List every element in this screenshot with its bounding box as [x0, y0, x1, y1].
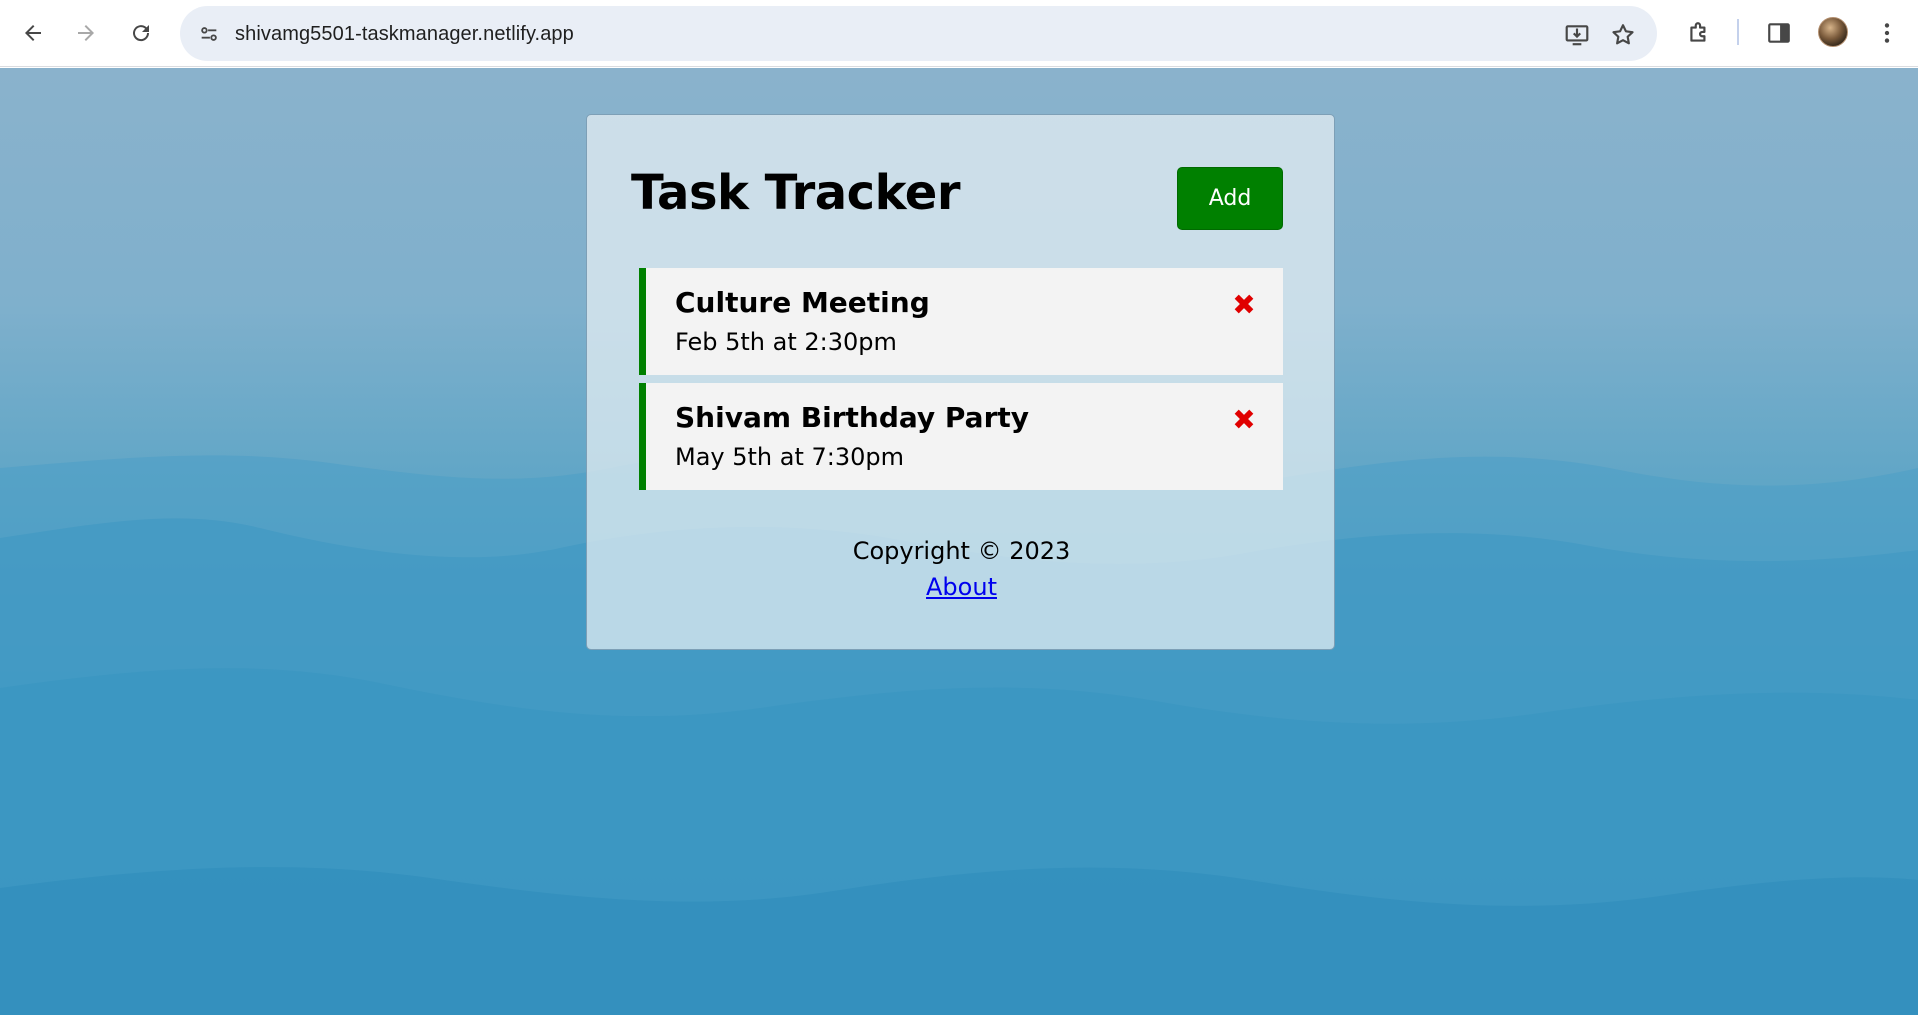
side-panel-button[interactable] — [1760, 14, 1798, 52]
task-item[interactable]: Shivam Birthday Party May 5th at 7:30pm — [639, 383, 1283, 490]
reload-button[interactable] — [120, 12, 162, 54]
bookmark-star-icon — [1612, 24, 1634, 45]
add-task-button[interactable]: Add — [1177, 167, 1283, 230]
delete-x-icon[interactable] — [1230, 290, 1258, 318]
side-panel-icon — [1768, 23, 1790, 43]
install-app-button[interactable] — [1560, 18, 1594, 52]
address-bar[interactable]: shivamg5501-taskmanager.netlify.app — [180, 6, 1657, 61]
delete-x-icon[interactable] — [1230, 405, 1258, 433]
back-arrow-icon — [25, 25, 41, 41]
bookmark-button[interactable] — [1606, 18, 1640, 52]
task-title: Shivam Birthday Party — [675, 401, 1030, 434]
task-datetime: May 5th at 7:30pm — [675, 443, 905, 471]
page-title: Task Tracker — [631, 165, 961, 221]
copyright-text: Copyright © 2023 — [852, 537, 1071, 565]
extensions-button[interactable] — [1680, 14, 1718, 52]
browser-toolbar: shivamg5501-taskmanager.netlify.app — [0, 0, 1918, 67]
more-menu-icon — [1884, 23, 1890, 43]
install-app-icon — [1565, 25, 1589, 46]
page-viewport: Task Tracker Add Culture Meeting Feb 5th… — [0, 68, 1918, 1015]
forward-arrow-icon — [78, 25, 94, 41]
card-footer: Copyright © 2023 About — [587, 537, 1336, 601]
profile-avatar[interactable] — [1818, 17, 1848, 47]
task-datetime: Feb 5th at 2:30pm — [675, 328, 897, 356]
about-link[interactable]: About — [926, 573, 997, 601]
task-item[interactable]: Culture Meeting Feb 5th at 2:30pm — [639, 268, 1283, 375]
url-text[interactable]: shivamg5501-taskmanager.netlify.app — [235, 23, 574, 46]
reload-icon — [133, 25, 150, 42]
site-info-button[interactable] — [192, 17, 226, 51]
toolbar-divider — [1737, 19, 1739, 45]
more-menu-button[interactable] — [1868, 14, 1906, 52]
back-button[interactable] — [12, 12, 54, 54]
forward-button[interactable] — [65, 12, 107, 54]
task-tracker-card: Task Tracker Add Culture Meeting Feb 5th… — [586, 114, 1335, 650]
task-title: Culture Meeting — [675, 286, 930, 319]
site-info-icon — [201, 27, 217, 41]
extensions-icon — [1690, 22, 1706, 42]
